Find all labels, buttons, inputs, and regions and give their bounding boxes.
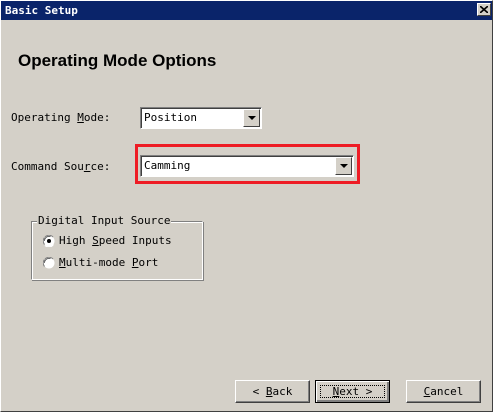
- operating-mode-dropdown[interactable]: Position: [140, 107, 262, 129]
- operating-mode-value: Position: [144, 111, 197, 124]
- next-button[interactable]: Next >: [315, 380, 390, 403]
- command-source-label: Command Source:: [11, 160, 111, 173]
- radio-selected-icon: [43, 235, 55, 247]
- page-title: Operating Mode Options: [18, 51, 217, 70]
- cancel-button-label: Cancel: [423, 385, 464, 398]
- operating-mode-dropdown-button[interactable]: [243, 109, 260, 127]
- command-source-highlight: [135, 144, 360, 184]
- cancel-button[interactable]: Cancel: [406, 380, 481, 403]
- basic-setup-dialog: Basic Setup Operating Mode Options Opera…: [0, 0, 493, 412]
- title-bar[interactable]: Basic Setup: [1, 1, 492, 20]
- close-button[interactable]: [477, 3, 491, 16]
- window-title: Basic Setup: [5, 4, 78, 17]
- radio-unselected-icon: [43, 257, 55, 269]
- operating-mode-label: Operating Mode:: [11, 111, 111, 124]
- back-button-label: < Back: [252, 385, 293, 398]
- digital-input-source-group: Digital Input Source High Speed Inputs M…: [31, 214, 203, 280]
- radio-label: Multi-mode Port: [59, 256, 159, 269]
- group-legend: Digital Input Source: [37, 214, 172, 228]
- chevron-down-icon: [248, 116, 256, 120]
- radio-label: High Speed Inputs: [59, 234, 172, 247]
- next-button-label: Next >: [332, 385, 373, 398]
- close-icon: [480, 6, 488, 13]
- back-button[interactable]: < Back: [235, 380, 310, 403]
